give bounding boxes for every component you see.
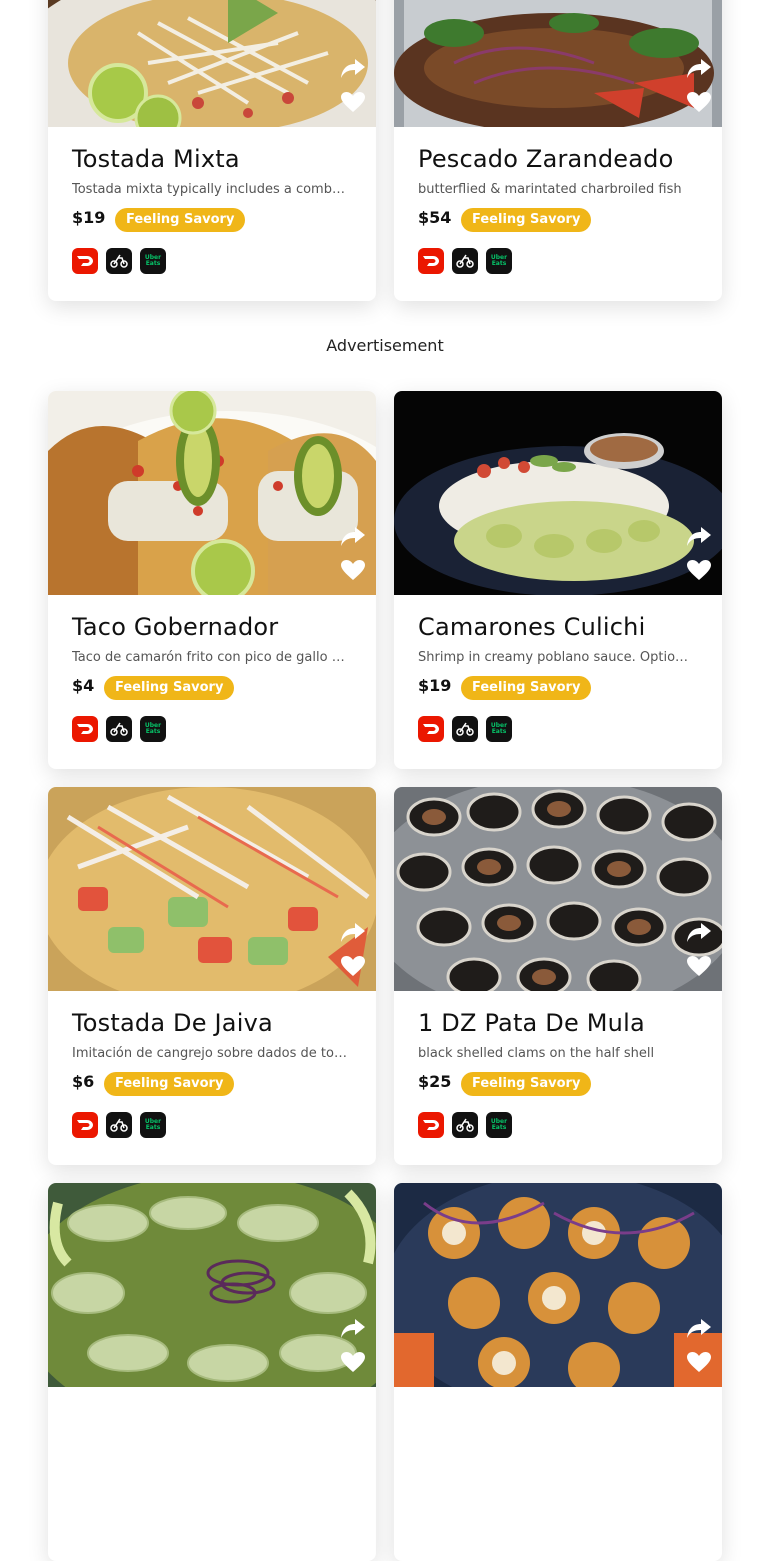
dish-photo [48, 391, 376, 595]
dish-title[interactable]: Tostada De Jaiva [72, 1009, 273, 1037]
dish-description: Shrimp in creamy poblano sauce. Optional… [418, 650, 694, 665]
doordash-icon[interactable] [418, 248, 444, 274]
tostada-de-jaiva-photo [48, 787, 376, 991]
dish-photo [48, 0, 376, 127]
dish-photo [394, 391, 722, 595]
share-icon[interactable] [686, 1317, 712, 1339]
share-icon[interactable] [340, 525, 366, 547]
dish-title[interactable]: Camarones Culichi [418, 613, 645, 641]
delivery-services: Uber Eats [418, 1112, 512, 1138]
mood-badge: Feeling Savory [104, 1072, 235, 1096]
doordash-icon[interactable] [72, 248, 98, 274]
dish-card[interactable]: 1 DZ Pata De Mula black shelled clams on… [394, 787, 722, 1165]
mood-badge: Feeling Savory [461, 208, 592, 232]
sushi-roll-photo [394, 1183, 722, 1387]
dish-card[interactable]: Tostada Mixta Tostada mixta typically in… [48, 0, 376, 301]
ubereats-icon[interactable]: Uber Eats [140, 1112, 166, 1138]
share-icon[interactable] [686, 525, 712, 547]
share-icon[interactable] [340, 921, 366, 943]
heart-icon[interactable] [340, 955, 366, 977]
dish-photo [394, 0, 722, 127]
pescado-zarandeado-photo [394, 0, 722, 127]
dish-title[interactable]: Taco Gobernador [72, 613, 278, 641]
dish-card[interactable]: Taco Gobernador Taco de camarón frito co… [48, 391, 376, 769]
heart-icon[interactable] [340, 91, 366, 113]
heart-icon[interactable] [686, 559, 712, 581]
dish-card[interactable]: Pescado Zarandeado butterflied & marinta… [394, 0, 722, 301]
share-icon[interactable] [340, 57, 366, 79]
dish-price: $54 [418, 208, 452, 227]
postmates-icon[interactable] [106, 1112, 132, 1138]
dish-title[interactable]: Tostada Mixta [72, 145, 240, 173]
dish-photo [48, 1183, 376, 1387]
delivery-services: Uber Eats [418, 248, 512, 274]
postmates-icon[interactable] [106, 716, 132, 742]
delivery-services: Uber Eats [418, 716, 512, 742]
postmates-icon[interactable] [452, 1112, 478, 1138]
dish-card[interactable] [394, 1183, 722, 1561]
doordash-icon[interactable] [418, 716, 444, 742]
advertisement-label: Advertisement [326, 336, 444, 355]
tostada-mixta-photo [48, 0, 376, 127]
mood-badge: Feeling Savory [461, 676, 592, 700]
doordash-icon[interactable] [72, 716, 98, 742]
aguachile-photo [48, 1183, 376, 1387]
dish-price: $19 [418, 676, 452, 695]
delivery-services: Uber Eats [72, 716, 166, 742]
dish-price: $19 [72, 208, 106, 227]
mood-badge: Feeling Savory [461, 1072, 592, 1096]
heart-icon[interactable] [686, 1351, 712, 1373]
delivery-services: Uber Eats [72, 1112, 166, 1138]
dish-title[interactable]: 1 DZ Pata De Mula [418, 1009, 645, 1037]
dish-photo [394, 787, 722, 991]
pata-de-mula-photo [394, 787, 722, 991]
dish-description: Tostada mixta typically includes a combi… [72, 182, 348, 197]
postmates-icon[interactable] [452, 716, 478, 742]
doordash-icon[interactable] [418, 1112, 444, 1138]
mood-badge: Feeling Savory [115, 208, 246, 232]
ubereats-icon[interactable]: Uber Eats [140, 248, 166, 274]
dish-description: Imitación de cangrejo sobre dados de tom… [72, 1046, 348, 1061]
share-icon[interactable] [686, 57, 712, 79]
doordash-icon[interactable] [72, 1112, 98, 1138]
heart-icon[interactable] [340, 559, 366, 581]
heart-icon[interactable] [686, 91, 712, 113]
dish-description: butterflied & marintated charbroiled fis… [418, 182, 682, 197]
dish-price: $25 [418, 1072, 452, 1091]
heart-icon[interactable] [340, 1351, 366, 1373]
postmates-icon[interactable] [452, 248, 478, 274]
dish-description: black shelled clams on the half shell [418, 1046, 655, 1061]
dish-photo [394, 1183, 722, 1387]
dish-price: $6 [72, 1072, 95, 1091]
dish-photo [48, 787, 376, 991]
delivery-services: Uber Eats [72, 248, 166, 274]
ubereats-icon[interactable]: Uber Eats [140, 716, 166, 742]
mood-badge: Feeling Savory [104, 676, 235, 700]
dish-price: $4 [72, 676, 95, 695]
ubereats-icon[interactable]: Uber Eats [486, 1112, 512, 1138]
dish-description: Taco de camarón frito con pico de gallo … [72, 650, 348, 665]
ubereats-icon[interactable]: Uber Eats [486, 248, 512, 274]
dish-card[interactable]: Tostada De Jaiva Imitación de cangrejo s… [48, 787, 376, 1165]
share-icon[interactable] [686, 921, 712, 943]
heart-icon[interactable] [686, 955, 712, 977]
dish-title[interactable]: Pescado Zarandeado [418, 145, 674, 173]
dish-card[interactable]: Camarones Culichi Shrimp in creamy pobla… [394, 391, 722, 769]
dish-card[interactable] [48, 1183, 376, 1561]
ubereats-icon[interactable]: Uber Eats [486, 716, 512, 742]
postmates-icon[interactable] [106, 248, 132, 274]
taco-gobernador-photo [48, 391, 376, 595]
share-icon[interactable] [340, 1317, 366, 1339]
camarones-culichi-photo [394, 391, 722, 595]
